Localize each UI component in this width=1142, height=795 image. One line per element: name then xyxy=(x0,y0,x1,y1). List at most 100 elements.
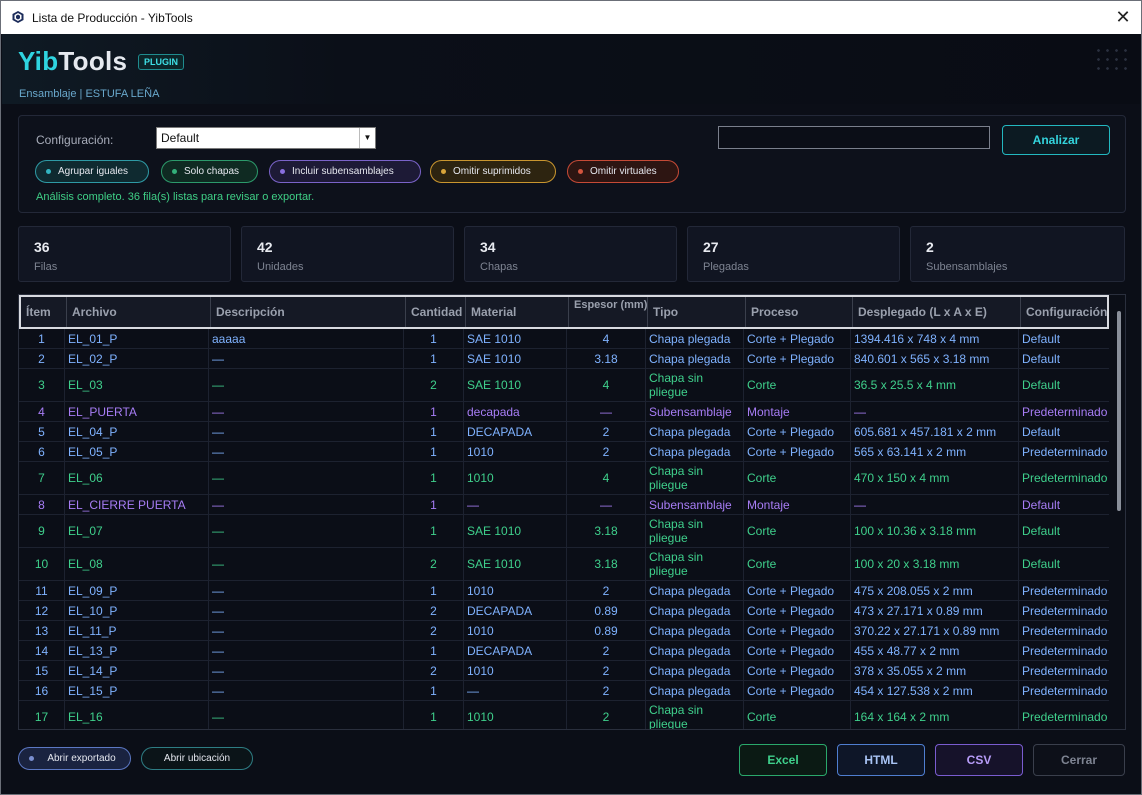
scrollbar-thumb[interactable] xyxy=(1117,311,1121,511)
stat-value: 42 xyxy=(257,239,273,255)
cell-item: 15 xyxy=(19,661,65,680)
column-header-description[interactable]: Descripción xyxy=(211,297,406,327)
cell-item: 6 xyxy=(19,442,65,461)
title-bar: Lista de Producción - YibTools ✕ xyxy=(1,1,1141,34)
open-location-button[interactable]: Abrir ubicación xyxy=(141,747,253,770)
column-header-type[interactable]: Tipo xyxy=(648,297,746,327)
cell-material: DECAPADA xyxy=(464,641,567,660)
production-list-window: Lista de Producción - YibTools ✕ YibTool… xyxy=(0,0,1142,795)
column-header-quantity[interactable]: Cantidad xyxy=(406,297,466,327)
cell-type: Subensamblaje xyxy=(646,495,744,514)
column-header-file[interactable]: Archivo xyxy=(67,297,211,327)
cell-description: — xyxy=(209,661,404,680)
table-row[interactable]: 9 EL_07—1 SAE 1010 3.18 Chapa sin pliegue Cor… xyxy=(19,515,1109,548)
analyze-button[interactable]: Analizar xyxy=(1002,125,1110,155)
table-row[interactable]: 4 EL_PUERTA —1 decapada — Subensamblaje Montaj… xyxy=(19,402,1109,422)
close-button[interactable]: Cerrar xyxy=(1033,744,1125,776)
table-row[interactable]: 17 EL_16—1 1010 2 Chapa sin pliegue Corte 164 … xyxy=(19,701,1109,729)
cell-configuration: Default xyxy=(1022,424,1061,439)
table-row[interactable]: 7 EL_06—1 1010 4 Chapa sin pliegue Corte 470 x… xyxy=(19,462,1109,495)
cell-description: — xyxy=(209,701,404,729)
cell-thickness: 4 xyxy=(567,329,646,348)
stat-value: 2 xyxy=(926,239,934,255)
cell-thickness: 3.18 xyxy=(567,349,646,368)
table-row[interactable]: 15 EL_14_P —2 1010 2 Chapa plegada Corte + Ple… xyxy=(19,661,1109,681)
cell-file: EL_PUERTA xyxy=(65,402,209,421)
cell-quantity: 2 xyxy=(404,621,464,640)
table-row[interactable]: 10 EL_08—2 SAE 1010 3.18 Chapa sin pliegue Co… xyxy=(19,548,1109,581)
column-header-thickness[interactable]: Espesor (mm) xyxy=(569,297,648,327)
column-header-configuration[interactable]: Configuración xyxy=(1021,297,1109,327)
column-header-process[interactable]: Proceso xyxy=(746,297,853,327)
table-row[interactable]: 11 EL_09_P —1 1010 2 Chapa plegada Corte + Ple… xyxy=(19,581,1109,601)
cell-material: DECAPADA xyxy=(464,601,567,620)
cell-unfolded: 1394.416 x 748 x 4 mm xyxy=(851,329,1019,348)
cell-file: EL_CIERRE PUERTA xyxy=(65,495,209,514)
cell-unfolded: 100 x 10.36 x 3.18 mm xyxy=(851,515,1019,547)
cell-file: EL_15_P xyxy=(65,681,209,700)
cell-process: Montaje xyxy=(744,495,851,514)
chip-group-equal[interactable]: Agrupar iguales xyxy=(35,160,149,183)
chip-omit-virtual[interactable]: Omitir virtuales xyxy=(567,160,679,183)
cell-material: SAE 1010 xyxy=(464,515,567,547)
table-row[interactable]: 8 EL_CIERRE PUERTA —1— — Subensamblaje Montaj… xyxy=(19,495,1109,515)
cell-file: EL_13_P xyxy=(65,641,209,660)
chip-only-sheets[interactable]: Solo chapas xyxy=(161,160,258,183)
table-row[interactable]: 1 EL_01_P aaaaa 1 SAE 1010 4 Chapa plegada Cort… xyxy=(19,329,1109,349)
production-table[interactable]: Ítem Archivo Descripción Cantidad Materi… xyxy=(18,294,1126,730)
cell-material: SAE 1010 xyxy=(464,369,567,401)
cell-quantity: 1 xyxy=(404,329,464,348)
cell-type: Chapa plegada xyxy=(646,422,744,441)
cell-type: Chapa sin pliegue xyxy=(646,515,744,547)
search-input[interactable] xyxy=(718,126,990,149)
cell-unfolded: 470 x 150 x 4 mm xyxy=(851,462,1019,494)
cell-configuration: Predeterminado xyxy=(1022,603,1108,618)
chip-include-subassemblies[interactable]: Incluir subensamblajes xyxy=(269,160,421,183)
cell-file: EL_03 xyxy=(65,369,209,401)
table-row[interactable]: 13 EL_11_P —2 1010 0.89 Chapa plegada Corte + … xyxy=(19,621,1109,641)
cell-configuration: Default xyxy=(1022,497,1061,512)
stat-label: Plegadas xyxy=(703,261,749,273)
table-row[interactable]: 12 EL_10_P —2 DECAPADA 0.89 Chapa plegada Cort… xyxy=(19,601,1109,621)
chip-label: Agrupar iguales xyxy=(58,166,129,177)
cell-type: Chapa sin pliegue xyxy=(646,462,744,494)
export-excel-button[interactable]: Excel xyxy=(739,744,827,776)
cell-unfolded: 475 x 208.055 x 2 mm xyxy=(851,581,1019,600)
cell-quantity: 2 xyxy=(404,661,464,680)
table-row[interactable]: 6 EL_05_P —1 1010 2 Chapa plegada Corte + Pleg… xyxy=(19,442,1109,462)
export-html-button[interactable]: HTML xyxy=(837,744,925,776)
close-icon[interactable]: ✕ xyxy=(1111,6,1135,30)
table-row[interactable]: 2 EL_02_P —1 SAE 1010 3.18 Chapa plegada Corte… xyxy=(19,349,1109,369)
cell-description: aaaaa xyxy=(209,329,404,348)
cell-item: 12 xyxy=(19,601,65,620)
column-header-unfolded[interactable]: Desplegado (L x A x E) xyxy=(853,297,1021,327)
logo-yib: Yib xyxy=(18,46,59,76)
chip-omit-suppressed[interactable]: Omitir suprimidos xyxy=(430,160,556,183)
cell-material: 1010 xyxy=(464,621,567,640)
cell-configuration: Predeterminado xyxy=(1022,623,1108,638)
config-select[interactable]: Default ▼ xyxy=(156,127,376,149)
cell-quantity: 1 xyxy=(404,581,464,600)
table-row[interactable]: 3 EL_03—2 SAE 1010 4 Chapa sin pliegue Corte 3… xyxy=(19,369,1109,402)
cell-thickness: 2 xyxy=(567,681,646,700)
cell-material: 1010 xyxy=(464,581,567,600)
stat-label: Subensamblajes xyxy=(926,261,1008,273)
cell-unfolded: 36.5 x 25.5 x 4 mm xyxy=(851,369,1019,401)
cell-material: SAE 1010 xyxy=(464,548,567,580)
table-row[interactable]: 5 EL_04_P —1 DECAPADA 2 Chapa plegada Corte + … xyxy=(19,422,1109,442)
cell-type: Chapa sin pliegue xyxy=(646,701,744,729)
cell-configuration: Default xyxy=(1022,524,1061,538)
stat-label: Unidades xyxy=(257,261,304,273)
cell-material: DECAPADA xyxy=(464,422,567,441)
vertical-scrollbar[interactable] xyxy=(1111,295,1125,729)
cell-item: 4 xyxy=(19,402,65,421)
cell-file: EL_07 xyxy=(65,515,209,547)
table-row[interactable]: 16 EL_15_P —1—2 Chapa plegada Corte + Plegad… xyxy=(19,681,1109,701)
cell-process: Corte + Plegado xyxy=(744,349,851,368)
column-header-item[interactable]: Ítem xyxy=(21,297,67,327)
table-row[interactable]: 14 EL_13_P —1 DECAPADA 2 Chapa plegada Corte +… xyxy=(19,641,1109,661)
open-exported-button[interactable]: Abrir exportado xyxy=(18,747,131,770)
cell-process: Corte xyxy=(744,515,851,547)
export-csv-button[interactable]: CSV xyxy=(935,744,1023,776)
column-header-material[interactable]: Material xyxy=(466,297,569,327)
